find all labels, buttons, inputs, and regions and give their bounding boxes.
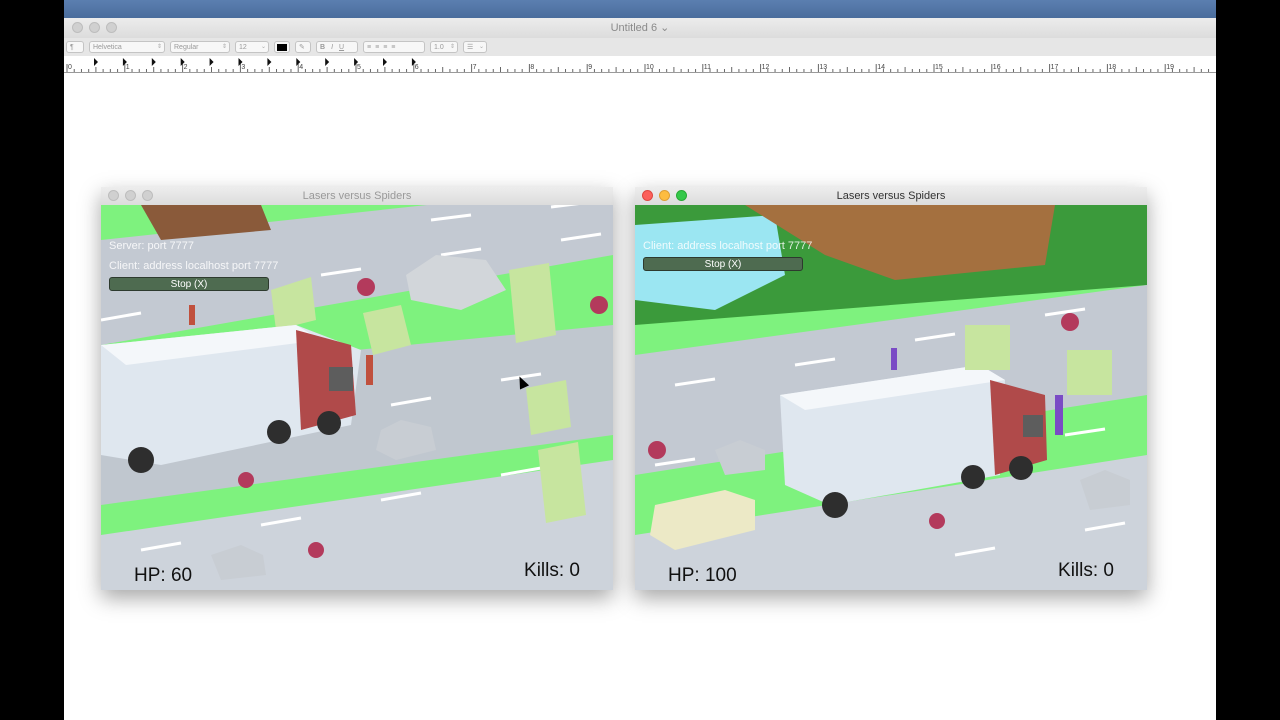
ruler-number: 10 [646, 64, 654, 71]
font-style-value: Regular [174, 43, 199, 51]
highlight-icon: ✎ [299, 44, 305, 51]
ruler-number: 3 [241, 64, 245, 71]
text-color-well[interactable] [274, 41, 290, 53]
font-style-select[interactable]: Regular ⇕ [170, 41, 230, 53]
chevron-updown-icon: ⇕ [221, 44, 227, 50]
ruler-number: 13 [819, 64, 827, 71]
align-left-icon[interactable]: ≡ [367, 44, 371, 51]
line-spacing-select[interactable]: 1.0 ⇕ [430, 41, 458, 53]
ruler[interactable]: 0 1 2 3 4 5 6 7 8 9 10 11 12 13 14 15 16 17 18 19 [64, 56, 1216, 73]
stop-button[interactable]: Stop (X) [643, 257, 803, 271]
tab-stop-marker[interactable] [209, 58, 214, 66]
ruler-number: 9 [588, 64, 592, 71]
italic-button[interactable]: I [331, 44, 333, 51]
paragraph-style-menu[interactable]: ¶ [66, 41, 84, 53]
kills-counter: Kills: 0 [1058, 560, 1114, 581]
line-spacing-value: 1.0 [434, 43, 444, 51]
game-viewport[interactable]: Server: port 7777 Client: address localh… [101, 205, 613, 590]
emphasis-group: B I U [316, 41, 358, 53]
tab-stop-marker[interactable] [151, 58, 156, 66]
paragraph-icon: ¶ [70, 43, 74, 51]
ruler-number: 5 [357, 64, 361, 71]
chevron-updown-icon: ⇕ [449, 44, 455, 50]
alignment-group: ≡ ≡ ≡ ≡ [363, 41, 425, 53]
ruler-number: 12 [762, 64, 770, 71]
game-window-server: Lasers versus Spiders Server: port 7777 … [101, 187, 613, 590]
ruler-number: 14 [877, 64, 885, 71]
document-title[interactable]: Untitled 6 ⌄ [64, 21, 1216, 34]
ruler-number: 8 [530, 64, 534, 71]
bold-button[interactable]: B [320, 44, 325, 51]
game-window-client: Lasers versus Spiders Client: address lo… [635, 187, 1147, 590]
chevron-down-icon: ⌄ [260, 44, 266, 50]
ruler-number: 7 [473, 64, 477, 71]
font-family-value: Helvetica [93, 43, 122, 51]
document-title-text: Untitled 6 [610, 22, 658, 34]
underline-button[interactable]: U [339, 44, 344, 51]
ruler-number: 0 [68, 64, 72, 71]
game-titlebar: Lasers versus Spiders [635, 187, 1147, 205]
format-toolbar: ¶ Helvetica ⇕ Regular ⇕ 12 ⌄ ✎ B I U ≡ ≡ ≡ … [64, 38, 1216, 56]
game-window-title: Lasers versus Spiders [302, 190, 412, 202]
chevron-down-icon: ⌄ [660, 22, 670, 34]
list-style-menu[interactable]: ☰ ⌄ [463, 41, 487, 53]
chevron-updown-icon: ⇕ [156, 44, 162, 50]
kills-counter: Kills: 0 [524, 560, 580, 581]
ruler-number: 19 [1166, 64, 1174, 71]
chevron-down-icon: ⌄ [478, 44, 484, 50]
game-viewport[interactable]: Client: address localhost port 7777 Stop… [635, 205, 1147, 590]
server-status-text: Server: port 7777 [109, 240, 194, 252]
ruler-number: 18 [1108, 64, 1116, 71]
list-icon: ☰ [467, 44, 474, 51]
hp-counter: HP: 100 [668, 565, 737, 586]
align-center-icon[interactable]: ≡ [375, 44, 379, 51]
desktop-background [64, 0, 1216, 18]
ruler-number: 4 [299, 64, 303, 71]
tab-stop-marker[interactable] [94, 58, 98, 66]
justify-icon[interactable]: ≡ [391, 44, 395, 51]
ruler-number: 6 [415, 64, 419, 71]
font-size-value: 12 [239, 43, 247, 51]
stop-button[interactable]: Stop (X) [109, 277, 269, 291]
game-window-title: Lasers versus Spiders [836, 190, 946, 202]
ruler-number: 15 [935, 64, 943, 71]
ruler-number: 11 [704, 64, 711, 71]
highlight-color-well[interactable]: ✎ [295, 41, 311, 53]
ruler-number: 16 [993, 64, 1001, 71]
ruler-number: 2 [184, 64, 188, 71]
font-family-select[interactable]: Helvetica ⇕ [89, 41, 165, 53]
hp-counter: HP: 60 [134, 565, 193, 586]
ruler-number: 1 [126, 64, 130, 71]
text-color-swatch [277, 43, 287, 51]
game-titlebar: Lasers versus Spiders [101, 187, 613, 205]
align-right-icon[interactable]: ≡ [383, 44, 387, 51]
ruler-number: 17 [1051, 64, 1059, 71]
tab-stop-marker[interactable] [325, 58, 330, 66]
font-size-select[interactable]: 12 ⌄ [235, 41, 269, 53]
client-status-text: Client: address localhost port 7777 [643, 240, 813, 252]
client-status-text: Client: address localhost port 7777 [109, 260, 279, 272]
tab-stop-marker[interactable] [383, 58, 387, 66]
editor-titlebar: Untitled 6 ⌄ [64, 18, 1216, 38]
tab-stop-marker[interactable] [267, 58, 272, 66]
ruler-scale: 0 1 2 3 4 5 6 7 8 9 10 11 12 13 14 15 16 17 18 19 [66, 58, 1210, 72]
